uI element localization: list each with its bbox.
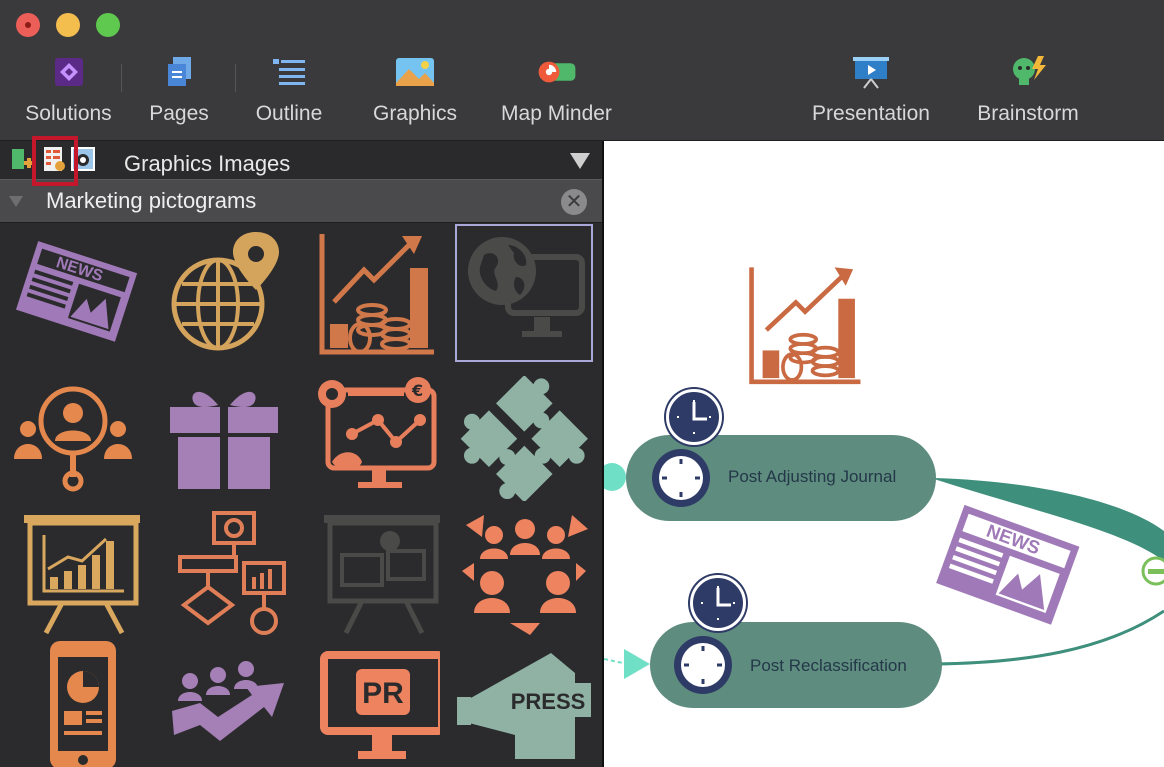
press-megaphone-icon: PRESS — [457, 653, 591, 759]
pictogram-globe-monitor[interactable] — [455, 224, 593, 362]
node-post-reclassification[interactable]: Post Reclassification — [650, 622, 942, 708]
toolbar-solutions-button[interactable]: Solutions — [20, 52, 117, 136]
news-icon: NEWS — [15, 241, 138, 342]
panel-title: Graphics Images — [124, 151, 291, 176]
task-clock-icon[interactable] — [690, 575, 746, 631]
pr-monitor-icon: PR — [320, 651, 440, 759]
toolbar-presentation-label: Presentation — [812, 102, 930, 125]
digital-marketing-icon: € — [318, 376, 437, 488]
pictogram-growth-chart[interactable] — [300, 223, 450, 363]
pr-text: PR — [362, 677, 404, 710]
toolbar-presentation-button[interactable]: Presentation — [804, 52, 938, 136]
press-text: PRESS — [511, 689, 586, 714]
node-post-adjusting-journal[interactable]: Post Adjusting Journal — [626, 435, 936, 521]
pictogram-puzzle[interactable] — [450, 368, 600, 508]
minimize-window-button[interactable] — [56, 13, 80, 37]
svg-text:€: € — [411, 381, 423, 400]
task-clock-icon[interactable] — [666, 389, 722, 445]
library-collapse-icon[interactable] — [9, 196, 23, 207]
toolbar-pages-button[interactable]: Pages — [146, 52, 212, 136]
globe-location-icon — [171, 232, 280, 351]
canvas-news-graphic[interactable]: NEWS — [932, 497, 1082, 637]
pictogram-presentation-board[interactable] — [0, 503, 150, 643]
target-audience-icon — [14, 386, 132, 492]
toolbar-map-minder-button[interactable]: Map Minder — [494, 52, 619, 136]
puzzle-icon — [460, 375, 588, 501]
globe-monitor-icon — [468, 237, 585, 337]
map-minder-icon — [537, 52, 577, 92]
pictogram-gift[interactable] — [150, 368, 300, 508]
toolbar-map-minder-label: Map Minder — [501, 102, 612, 125]
outline-icon — [269, 52, 309, 92]
pictogram-press-megaphone[interactable]: PRESS — [450, 635, 600, 767]
mobile-analytics-icon — [50, 641, 116, 767]
library-title: Marketing pictograms — [46, 188, 257, 213]
panel-dropdown-arrow-icon[interactable] — [570, 153, 590, 169]
pictogram-target-audience[interactable] — [0, 368, 150, 508]
pictogram-team-growth[interactable] — [150, 635, 300, 767]
pictogram-globe-location[interactable] — [150, 223, 300, 363]
toolbar-outline-button[interactable]: Outline — [250, 52, 328, 136]
toolbar-graphics-label: Graphics — [372, 102, 458, 125]
team-growth-icon — [172, 661, 284, 741]
canvas-growth-chart-graphic[interactable] — [746, 258, 866, 393]
toolbar-brainstorm-button[interactable]: Brainstorm — [970, 52, 1086, 136]
presentation-board-icon — [24, 514, 140, 634]
node-label: Post Reclassification — [750, 656, 907, 675]
maximize-window-button[interactable] — [96, 13, 120, 37]
toolbar-outline-label: Outline — [255, 102, 323, 125]
pictogram-media-board[interactable] — [300, 503, 450, 643]
media-board-icon — [324, 514, 440, 634]
pictogram-digital-marketing[interactable]: € — [300, 368, 450, 508]
presentation-icon — [851, 52, 891, 92]
pictogram-flowchart[interactable] — [150, 503, 300, 643]
panel-header: Graphics Images — [0, 141, 602, 179]
brainstorm-icon — [1008, 52, 1048, 92]
toolbar-separator — [235, 64, 236, 92]
toolbar: Solutions Pages Outline Graphics Map Min… — [0, 0, 1164, 141]
pictogram-pr-monitor[interactable]: PR — [300, 635, 450, 767]
gift-icon — [170, 391, 278, 489]
toolbar-brainstorm-label: Brainstorm — [977, 102, 1079, 125]
toolbar-solutions-label: Solutions — [25, 102, 112, 125]
pictogram-team-cycle[interactable] — [450, 503, 600, 643]
solutions-icon — [49, 52, 89, 92]
graphics-panel: Graphics Images Marketing pictograms ✕ N… — [0, 136, 604, 767]
graphics-icon — [395, 52, 435, 92]
growth-chart-icon — [319, 234, 434, 355]
pictogram-mobile-analytics[interactable] — [0, 635, 150, 767]
pictogram-grid: NEWS € PR PRESS — [0, 223, 602, 767]
map-canvas[interactable]: NEWS Post Adjusting Journal Post Reclass… — [604, 141, 1164, 767]
team-cycle-icon — [462, 514, 588, 635]
clock-icon — [674, 636, 732, 694]
app-window: Solutions Pages Outline Graphics Map Min… — [0, 0, 1164, 767]
toolbar-separator — [121, 64, 122, 92]
toolbar-graphics-button[interactable]: Graphics — [366, 52, 464, 136]
library-bar: Marketing pictograms ✕ — [0, 179, 602, 223]
close-window-button[interactable] — [16, 13, 40, 37]
toolbar-pages-label: Pages — [149, 102, 209, 125]
pages-icon — [159, 52, 199, 92]
pictogram-news[interactable]: NEWS — [0, 223, 150, 363]
clock-icon — [652, 449, 710, 507]
flowchart-icon — [178, 510, 286, 635]
library-close-button[interactable]: ✕ — [561, 189, 587, 215]
node-label: Post Adjusting Journal — [728, 467, 897, 486]
selected-library-highlight — [32, 136, 78, 186]
